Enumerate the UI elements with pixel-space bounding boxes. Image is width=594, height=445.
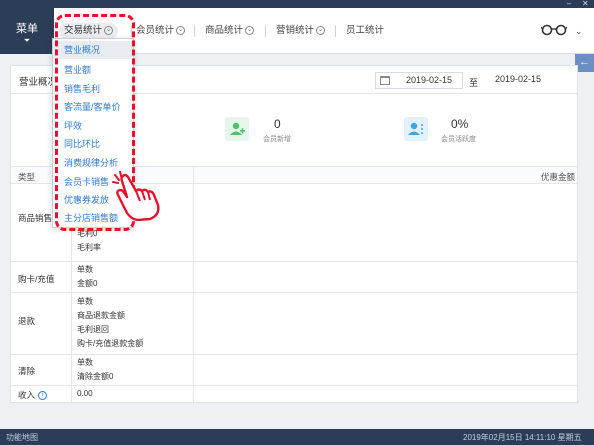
menu-item-yoy-mom[interactable]: 同比环比 <box>53 135 133 153</box>
col-type-header: 类型 <box>18 172 36 182</box>
income-label: 收入 <box>18 390 36 400</box>
tab-label: 营销统计 <box>276 25 315 36</box>
start-date-input[interactable]: 2019-02-15 <box>375 72 463 89</box>
table-row: 收入 i 0.00 <box>11 386 577 404</box>
glasses-icon[interactable] <box>541 24 567 36</box>
info-icon[interactable]: i <box>38 391 48 401</box>
row-category: 购卡/充值 <box>18 274 55 284</box>
nav-divider <box>265 25 266 37</box>
nav-divider <box>194 25 195 37</box>
row-category: 退款 <box>18 316 36 326</box>
date-range-separator: 至 <box>469 78 479 88</box>
menu-button[interactable]: 菜单 ⏷ <box>0 8 54 54</box>
tab-transaction-stats[interactable]: 交易统计 ⌄ <box>59 23 119 39</box>
chevron-down-icon: ⌄ <box>316 25 326 35</box>
row-item: 单数 <box>77 265 93 274</box>
new-members-value: 0 <box>274 117 281 131</box>
chevron-down-icon: ⌄ <box>245 25 255 35</box>
row-item: 单数 <box>77 297 93 306</box>
title-bar: – ✕ <box>0 0 594 8</box>
row-item: 商品退款金额 <box>77 311 125 320</box>
tab-label: 交易统计 <box>64 25 103 36</box>
row-item: 清除金额0 <box>77 372 114 381</box>
row-item: 毛利率 <box>77 243 101 252</box>
datetime-display: 2019年02月15日 14:11:10 星期五 <box>463 433 582 442</box>
user-plus-icon <box>225 117 249 141</box>
menu-item-traffic-per-order[interactable]: 客流量/客单价 <box>53 98 133 116</box>
table-row: 退款 单数 商品退款金额 毛利退回 购卡/充值退款金额 <box>11 293 577 355</box>
chevron-down-icon: ⌄ <box>176 25 186 35</box>
menu-label: 菜单 <box>16 23 38 35</box>
tab-product-stats[interactable]: 商品统计 ⌄ <box>205 23 255 39</box>
caret-down-icon: ⏷ <box>23 36 31 45</box>
table-row: 购卡/充值 单数 金额0 <box>11 262 577 293</box>
new-members-label: 会员新增 <box>263 136 291 143</box>
menu-item-sales-per-area[interactable]: 坪效 <box>53 117 133 135</box>
chevron-down-icon: ⌄ <box>104 25 114 35</box>
menu-item-consumption-pattern[interactable]: 消费规律分析 <box>53 154 133 172</box>
tab-label: 员工统计 <box>346 25 385 36</box>
end-date-input[interactable]: 2019-02-15 <box>485 72 569 89</box>
minimize-button[interactable]: – <box>567 0 571 8</box>
close-button[interactable]: ✕ <box>582 0 589 8</box>
row-item: 毛利退回 <box>77 325 109 334</box>
member-activity-value: 0% <box>451 117 469 131</box>
tab-label: 会员统计 <box>136 25 175 36</box>
menu-item-business-overview[interactable]: 营业概况 <box>53 41 133 59</box>
table-row: 清除 单数 清除金额0 <box>11 355 577 386</box>
menu-item-turnover[interactable]: 营业额 <box>53 61 133 79</box>
tab-label: 商品统计 <box>205 25 244 36</box>
row-item: 单数 <box>77 358 93 367</box>
end-date-value: 2019-02-15 <box>495 74 542 84</box>
tab-marketing-stats[interactable]: 营销统计 ⌄ <box>276 23 326 39</box>
feature-map-link[interactable]: 功能地图 <box>6 432 38 443</box>
nav-divider <box>335 25 336 37</box>
income-value: 0.00 <box>77 389 93 398</box>
status-bar: 功能地图 2019年02月15日 14:11:10 星期五 <box>0 429 594 445</box>
row-category: 收入 i <box>18 389 48 401</box>
row-item: 毛利0 <box>77 229 98 238</box>
pointing-hand-icon <box>112 171 160 221</box>
member-activity-label: 会员活跃度 <box>441 136 476 143</box>
row-item: 金额0 <box>77 279 98 288</box>
calendar-icon <box>380 76 390 85</box>
row-category: 商品销售 <box>18 213 53 223</box>
user-menu-chevron-icon[interactable]: ⌄ <box>575 26 583 37</box>
menu-item-gross-profit[interactable]: 销售毛利 <box>53 80 133 98</box>
user-active-icon <box>404 117 428 141</box>
tab-member-stats[interactable]: 会员统计 ⌄ <box>136 23 186 39</box>
start-date-value: 2019-02-15 <box>406 75 453 85</box>
app-window: – ✕ 菜单 ⏷ 交易统计 ⌄ 会员统计 ⌄ 商品统计 ⌄ 营销统计 ⌄ 员工统计 ⌄ … <box>0 0 594 445</box>
nav-divider <box>131 25 132 37</box>
row-item: 购卡/充值退款金额 <box>77 339 144 348</box>
col-discount-header: 优惠金额 <box>541 172 576 182</box>
row-category: 清除 <box>18 366 36 376</box>
tab-staff-stats[interactable]: 员工统计 <box>346 23 384 39</box>
